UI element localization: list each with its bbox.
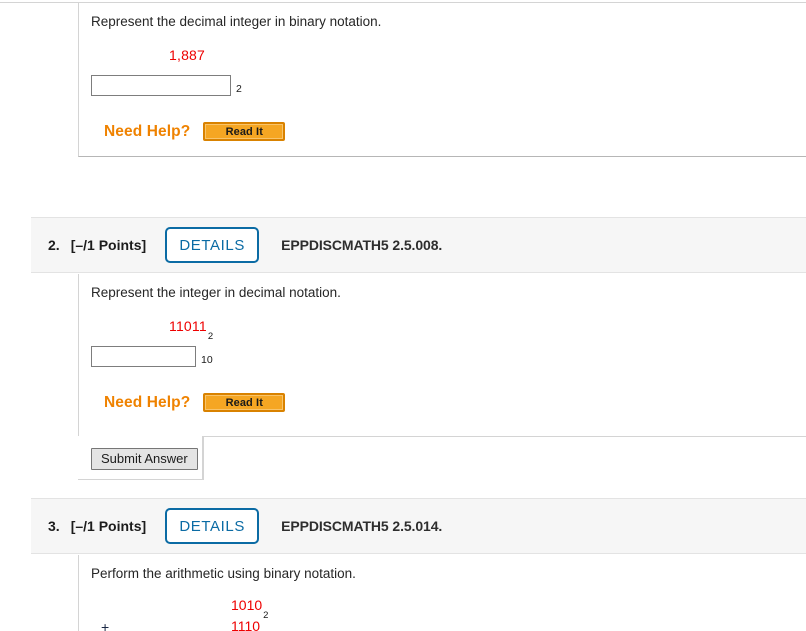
- question-3-code: EPPDISCMATH5 2.5.014.: [281, 518, 443, 534]
- question-3-details-button[interactable]: DETAILS: [165, 508, 260, 544]
- arithmetic-operator: +: [101, 619, 110, 631]
- question-3-points: [–/1 Points]: [70, 518, 147, 534]
- question-2-value-line: 110112: [91, 318, 806, 342]
- question-1-answer-input[interactable]: [91, 75, 231, 96]
- question-1-value-line: 1,887: [91, 47, 806, 67]
- question-3-prompt: Perform the arithmetic using binary nota…: [91, 566, 356, 581]
- question-2-prompt: Represent the integer in decimal notatio…: [91, 285, 341, 300]
- question-1-answer-row: 2: [91, 75, 806, 96]
- question-2-answer-base: 10: [201, 354, 213, 366]
- details-label: DETAILS: [179, 517, 245, 535]
- question-2-value: 110112: [169, 318, 213, 342]
- question-1-prompt: Represent the decimal integer in binary …: [91, 14, 382, 29]
- read-it-label: Read It: [225, 396, 263, 409]
- assignment-page: Represent the decimal integer in binary …: [0, 0, 806, 631]
- arithmetic-operand-1: 10102: [231, 597, 268, 621]
- submit-answer-button[interactable]: Submit Answer: [91, 448, 198, 470]
- question-2-body: Represent the integer in decimal notatio…: [78, 274, 806, 436]
- question-2-need-help-row: Need Help? Read It: [91, 393, 806, 412]
- question-2-points: [–/1 Points]: [70, 237, 147, 253]
- question-2-details-button[interactable]: DETAILS: [165, 227, 260, 263]
- arithmetic-operand-2: 11102: [231, 618, 266, 631]
- question-3-header: 3. [–/1 Points] DETAILS EPPDISCMATH5 2.5…: [31, 498, 806, 554]
- question-1-need-help-label: Need Help?: [104, 122, 191, 140]
- arithmetic-row-2: + 11102: [91, 618, 291, 631]
- question-3-number: 3.: [48, 518, 60, 534]
- question-2-need-help-label: Need Help?: [104, 393, 191, 411]
- question-1-need-help-row: Need Help? Read It: [91, 122, 806, 141]
- question-2-answer-row: 10: [91, 346, 806, 367]
- operand-2-text: 1110: [231, 618, 261, 631]
- question-1-body: Represent the decimal integer in binary …: [78, 3, 806, 157]
- question-1-value: 1,887: [169, 47, 206, 63]
- question-3-arithmetic: 10102 + 11102: [91, 597, 291, 631]
- question-2-number: 2.: [48, 237, 60, 253]
- question-1-read-it-button[interactable]: Read It: [203, 122, 286, 141]
- operand-1-text: 1010: [231, 597, 263, 613]
- read-it-label: Read It: [225, 125, 263, 138]
- question-1-answer-base: 2: [236, 83, 242, 95]
- arithmetic-row-1: 10102: [91, 597, 291, 621]
- details-label: DETAILS: [179, 236, 245, 254]
- question-2-value-text: 11011: [169, 318, 207, 334]
- question-2-value-subscript: 2: [207, 330, 214, 342]
- question-2-answer-input[interactable]: [91, 346, 196, 367]
- submit-answer-side-panel: [203, 436, 806, 480]
- question-2-read-it-button[interactable]: Read It: [203, 393, 286, 412]
- question-2-header: 2. [–/1 Points] DETAILS EPPDISCMATH5 2.5…: [31, 217, 806, 273]
- question-3-body: Perform the arithmetic using binary nota…: [78, 555, 806, 631]
- question-2-code: EPPDISCMATH5 2.5.008.: [281, 237, 443, 253]
